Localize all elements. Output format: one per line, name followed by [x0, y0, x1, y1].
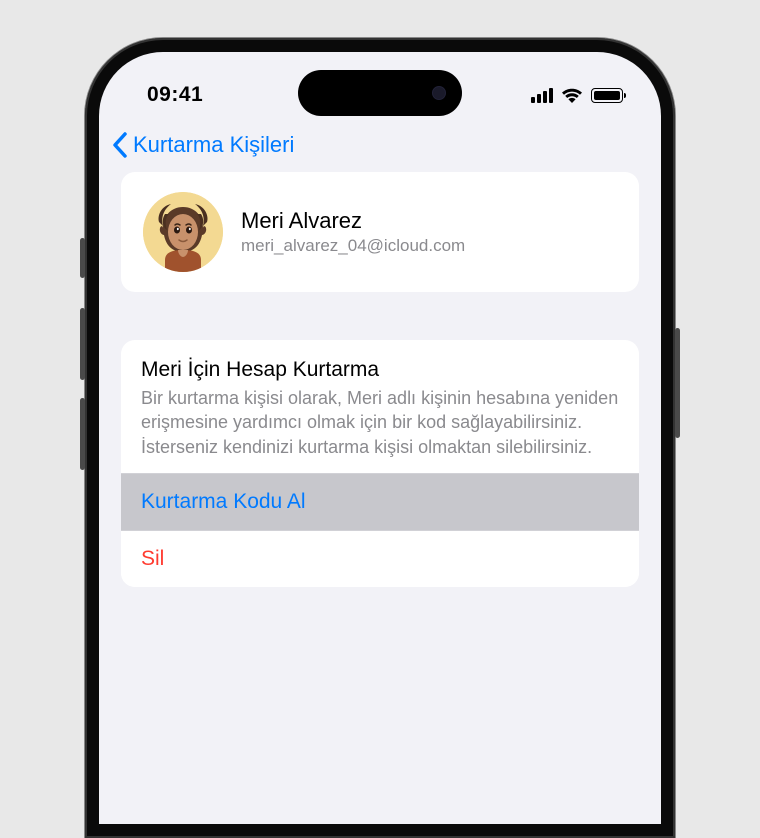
wifi-icon: [561, 87, 583, 103]
mute-switch: [80, 238, 85, 278]
contact-card[interactable]: Meri Alvarez meri_alvarez_04@icloud.com: [121, 172, 639, 292]
volume-down-button: [80, 398, 85, 470]
avatar: [143, 192, 223, 272]
volume-up-button: [80, 308, 85, 380]
recovery-title: Meri İçin Hesap Kurtarma: [141, 358, 619, 382]
nav-back-label[interactable]: Kurtarma Kişileri: [133, 132, 294, 158]
recovery-header: Meri İçin Hesap Kurtarma Bir kurtarma ki…: [121, 340, 639, 473]
dynamic-island: [298, 70, 462, 116]
phone-frame: 09:41 Kurtarma Kişileri: [85, 38, 675, 838]
recovery-section: Meri İçin Hesap Kurtarma Bir kurtarma ki…: [121, 340, 639, 587]
battery-icon: [591, 88, 623, 103]
screen: 09:41 Kurtarma Kişileri: [99, 52, 661, 824]
contact-info: Meri Alvarez meri_alvarez_04@icloud.com: [241, 208, 465, 256]
back-chevron-icon[interactable]: [111, 132, 129, 158]
power-button: [675, 328, 680, 438]
delete-button[interactable]: Sil: [121, 530, 639, 587]
contact-email: meri_alvarez_04@icloud.com: [241, 236, 465, 256]
contact-name: Meri Alvarez: [241, 208, 465, 234]
status-icons: [531, 87, 623, 103]
camera-dot: [432, 86, 446, 100]
content-area: Meri Alvarez meri_alvarez_04@icloud.com …: [99, 172, 661, 587]
cellular-icon: [531, 88, 553, 103]
nav-bar[interactable]: Kurtarma Kişileri: [99, 122, 661, 172]
recovery-description: Bir kurtarma kişisi olarak, Meri adlı ki…: [141, 386, 619, 459]
get-recovery-code-button[interactable]: Kurtarma Kodu Al: [121, 473, 639, 530]
status-time: 09:41: [147, 83, 203, 107]
